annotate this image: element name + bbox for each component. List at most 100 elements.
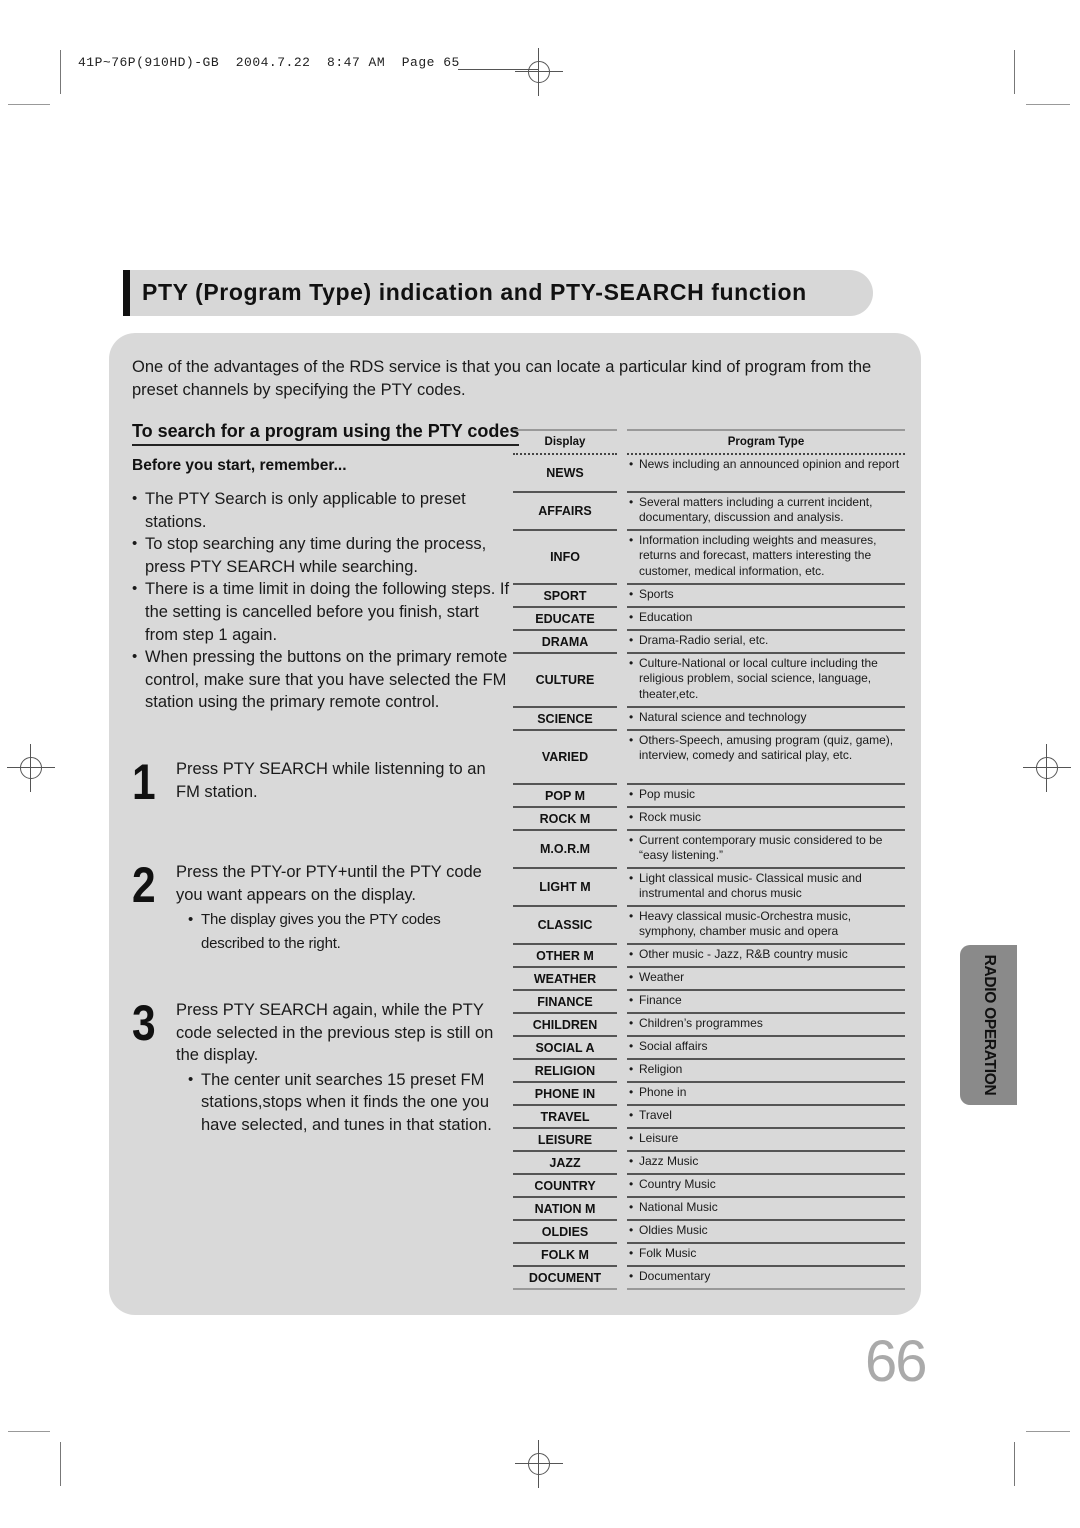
step-number: 1 (132, 754, 156, 810)
list-item: To stop searching any time during the pr… (132, 533, 512, 578)
pty-display-code: CLASSIC (513, 907, 617, 945)
pty-program-type: Rock music (627, 808, 905, 831)
pty-display-code: SCIENCE (513, 708, 617, 731)
crop-mark (8, 104, 50, 105)
crop-mark (1014, 1442, 1015, 1486)
pty-display-code: POP M (513, 785, 617, 808)
pty-display-code: TRAVEL (513, 1106, 617, 1129)
table-row: FOLK M Folk Music (513, 1244, 905, 1267)
pty-program-type: Other music - Jazz, R&B country music (627, 945, 905, 968)
table-row: TRAVEL Travel (513, 1106, 905, 1129)
pty-code-table: Display Program Type NEWS News including … (513, 429, 905, 1290)
table-row: OTHER M Other music - Jazz, R&B country m… (513, 945, 905, 968)
pty-display-code: SOCIAL A (513, 1037, 617, 1060)
precautions-list: The PTY Search is only applicable to pre… (132, 488, 512, 714)
column-header-display: Display (544, 436, 586, 448)
registration-mark-icon (515, 48, 563, 96)
pty-display-code: RELIGION (513, 1060, 617, 1083)
pty-program-type: Finance (627, 991, 905, 1014)
pty-program-type: Travel (627, 1106, 905, 1129)
pty-program-type: Education (627, 608, 905, 631)
pty-display-code: CHILDREN (513, 1014, 617, 1037)
table-row: PHONE IN Phone in (513, 1083, 905, 1106)
pty-display-code: NATION M (513, 1198, 617, 1221)
crop-mark (1014, 50, 1015, 94)
pty-program-type: Drama-Radio serial, etc. (627, 631, 905, 654)
pty-program-type: Folk Music (627, 1244, 905, 1267)
pty-display-code: AFFAIRS (513, 493, 617, 531)
pty-display-code: WEATHER (513, 968, 617, 991)
crop-mark (60, 1442, 61, 1486)
pty-display-code: NEWS (513, 455, 617, 493)
table-row: LIGHT M Light classical music- Classical … (513, 869, 905, 907)
page-title: PTY (Program Type) indication and PTY-SE… (142, 279, 807, 305)
pty-program-type: Others-Speech, amusing program (quiz, ga… (627, 731, 905, 785)
step-instruction: Press PTY SEARCH while listenning to an … (176, 760, 486, 801)
intro-paragraph: One of the advantages of the RDS service… (132, 358, 872, 399)
pty-program-type: Weather (627, 968, 905, 991)
table-row: LEISURE Leisure (513, 1129, 905, 1152)
list-item: When pressing the buttons on the primary… (132, 646, 512, 714)
table-row: RELIGION Religion (513, 1060, 905, 1083)
table-rule (513, 429, 617, 431)
pty-program-type: Current contemporary music considered to… (627, 831, 905, 869)
slug-rule (458, 69, 538, 70)
step-text: Press the PTY-or PTY+until the PTY code … (176, 861, 506, 956)
pty-display-code: LEISURE (513, 1129, 617, 1152)
pty-display-code: SPORT (513, 585, 617, 608)
step-number: 2 (132, 857, 156, 913)
pty-display-code: JAZZ (513, 1152, 617, 1175)
step-text: Press PTY SEARCH again, while the PTY co… (176, 999, 506, 1136)
step-text: Press PTY SEARCH while listenning to an … (176, 758, 506, 803)
pty-program-type: Light classical music- Classical music a… (627, 869, 905, 907)
crop-mark (8, 1431, 50, 1432)
pty-program-type: Information including weights and measur… (627, 531, 905, 585)
table-row: OLDIES Oldies Music (513, 1221, 905, 1244)
pty-program-type: Sports (627, 585, 905, 608)
print-slug: 41P~76P(910HD)-GB 2004.7.22 8:47 AM Page… (78, 55, 460, 70)
table-rule (627, 429, 905, 431)
pty-program-type: Several matters including a current inci… (627, 493, 905, 531)
pty-program-type: Social affairs (627, 1037, 905, 1060)
table-row: CULTURECulture-National or local culture… (513, 654, 905, 708)
pty-display-code: VARIED (513, 731, 617, 785)
step-instruction: Press the PTY-or PTY+until the PTY code … (176, 863, 482, 904)
pty-display-code: INFO (513, 531, 617, 585)
table-row: SOCIAL A Social affairs (513, 1037, 905, 1060)
registration-mark-icon (7, 744, 55, 792)
pty-display-code: DOCUMENT (513, 1267, 617, 1290)
table-row: M.O.R.M Current contemporary music consid… (513, 831, 905, 869)
table-row: COUNTRY Country Music (513, 1175, 905, 1198)
table-row: ROCK M Rock music (513, 808, 905, 831)
pty-program-type: National Music (627, 1198, 905, 1221)
table-row: POP M Pop music (513, 785, 905, 808)
step-note: The center unit searches 15 preset FM st… (188, 1069, 506, 1137)
chapter-tab-label: RADIO OPERATION (980, 954, 998, 1096)
pty-program-type: Natural science and technology (627, 708, 905, 731)
chapter-tab: RADIO OPERATION (960, 945, 1017, 1105)
table-row: NATION M National Music (513, 1198, 905, 1221)
step-note: The display gives you the PTY codes desc… (188, 908, 506, 956)
crop-mark (1026, 104, 1070, 105)
table-row: AFFAIRS Several matters including a curre… (513, 493, 905, 531)
pty-program-type: Culture-National or local culture includ… (627, 654, 905, 708)
registration-mark-icon (515, 1440, 563, 1488)
page-number: 66 (865, 1329, 927, 1394)
pty-program-type: Religion (627, 1060, 905, 1083)
pty-display-code: PHONE IN (513, 1083, 617, 1106)
table-row: DOCUMENT Documentary (513, 1267, 905, 1290)
table-row: NEWS News including an announced opinion … (513, 455, 905, 493)
table-header: Display Program Type (513, 429, 905, 455)
pty-display-code: EDUCATE (513, 608, 617, 631)
section-title-bar: PTY (Program Type) indication and PTY-SE… (123, 270, 873, 316)
column-header-program-type: Program Type (727, 436, 805, 448)
pty-program-type: Leisure (627, 1129, 905, 1152)
list-item: The PTY Search is only applicable to pre… (132, 488, 512, 533)
before-you-start-heading: Before you start, remember... (132, 457, 347, 474)
table-row: EDUCATE Education (513, 608, 905, 631)
pty-program-type: Oldies Music (627, 1221, 905, 1244)
pty-display-code: CULTURE (513, 654, 617, 708)
pty-program-type: Documentary (627, 1267, 905, 1290)
pty-program-type: Children’s programmes (627, 1014, 905, 1037)
pty-display-code: OTHER M (513, 945, 617, 968)
